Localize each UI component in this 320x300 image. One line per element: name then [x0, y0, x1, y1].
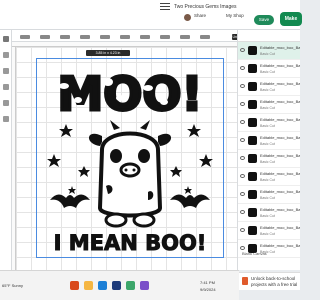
- promo-text: Unlock back-to-school projects with a fr…: [251, 276, 298, 287]
- layer-row[interactable]: Editable_moo_boo_Bab Basic Cut: [238, 60, 300, 78]
- blank-canvas-label[interactable]: Blank Canvas: [242, 251, 267, 256]
- layer-thumbnail: [248, 190, 257, 199]
- layer-name: Editable_moo_boo_Bab: [260, 243, 300, 248]
- layer-name: Editable_moo_boo_Bab: [260, 63, 300, 68]
- layer-operation[interactable]: Basic Cut: [260, 124, 275, 128]
- gift-icon: [242, 277, 248, 285]
- browser-icon[interactable]: [98, 281, 107, 290]
- layer-row[interactable]: Editable_moo_boo_Bab Basic Cut: [238, 78, 300, 96]
- layers-panel: Editable_moo_boo_Bab Basic Cut Editable_mo…: [237, 30, 300, 270]
- layer-thumbnail: [248, 118, 257, 127]
- avatar[interactable]: [184, 14, 191, 21]
- visibility-eye-icon[interactable]: [240, 120, 245, 124]
- layer-name: Editable_moo_boo_Bab: [260, 45, 300, 50]
- visibility-eye-icon[interactable]: [240, 48, 245, 52]
- layer-operation[interactable]: Basic Cut: [260, 232, 275, 236]
- layer-name: Editable_moo_boo_Bab: [260, 207, 300, 212]
- folder-icon[interactable]: [84, 281, 93, 290]
- layer-name: Editable_moo_boo_Bab: [260, 99, 300, 104]
- visibility-eye-icon[interactable]: [240, 66, 245, 70]
- share-button[interactable]: Share: [194, 13, 206, 18]
- app-icon[interactable]: [126, 281, 135, 290]
- layer-row[interactable]: Editable_moo_boo_Bab Basic Cut: [238, 114, 300, 132]
- left-toolbar: [0, 30, 12, 270]
- layer-row[interactable]: Editable_moo_boo_Bab Basic Cut: [238, 204, 300, 222]
- left-toolbar-icons[interactable]: [0, 30, 12, 270]
- visibility-eye-icon[interactable]: [240, 210, 245, 214]
- layer-operation[interactable]: Basic Cut: [260, 52, 275, 56]
- layer-thumbnail: [248, 172, 257, 181]
- os-taskbar: 65°F Sunny 7:41 PM 9/9/2024: [0, 270, 239, 300]
- layer-thumbnail: [248, 136, 257, 145]
- layer-name: Editable_moo_boo_Bab: [260, 117, 300, 122]
- layer-operation[interactable]: Basic Cut: [260, 88, 275, 92]
- visibility-eye-icon[interactable]: [240, 228, 245, 232]
- visibility-eye-icon[interactable]: [240, 84, 245, 88]
- layer-name: Editable_moo_boo_Bab: [260, 153, 300, 158]
- layer-thumbnail: [248, 46, 257, 55]
- visibility-eye-icon[interactable]: [240, 174, 245, 178]
- clock-date: 9/9/2024: [200, 287, 216, 292]
- visibility-eye-icon[interactable]: [240, 246, 245, 250]
- layer-row[interactable]: Editable_moo_boo_Bab Basic Cut: [238, 168, 300, 186]
- layer-thumbnail: [248, 100, 257, 109]
- edit-toolbar: [12, 30, 237, 42]
- my-shop-button[interactable]: My Shop: [226, 13, 244, 18]
- selection-box[interactable]: [36, 58, 224, 258]
- visibility-eye-icon[interactable]: [240, 192, 245, 196]
- free-trial-promo[interactable]: Unlock back-to-school projects with a fr…: [239, 272, 300, 290]
- app-icon-2[interactable]: [140, 281, 149, 290]
- layer-row[interactable]: Editable_moo_boo_Bab Basic Cut: [238, 96, 300, 114]
- size-tooltip: 3.85 in x 4.23 in: [86, 50, 130, 56]
- layer-thumbnail: [248, 82, 257, 91]
- layer-thumbnail: [248, 208, 257, 217]
- top-bar: Two Precious Gems Images Share My Shop S…: [0, 0, 302, 30]
- visibility-eye-icon[interactable]: [240, 156, 245, 160]
- layer-operation[interactable]: Basic Cut: [260, 160, 275, 164]
- make-button[interactable]: Make: [280, 12, 302, 26]
- layer-name: Editable_moo_boo_Bab: [260, 171, 300, 176]
- weather-text: 65°F Sunny: [2, 283, 23, 288]
- layer-row[interactable]: Editable_moo_boo_Bab Basic Cut: [238, 42, 300, 60]
- layer-row[interactable]: Editable_moo_boo_Bab Basic Cut: [238, 132, 300, 150]
- layer-thumbnail: [248, 64, 257, 73]
- project-title[interactable]: Two Precious Gems Images: [174, 4, 237, 10]
- layer-row[interactable]: Editable_moo_boo_Bab Basic Cut: [238, 186, 300, 204]
- adobe-illustrator-icon[interactable]: [70, 281, 79, 290]
- layer-operation[interactable]: Basic Cut: [260, 70, 275, 74]
- layer-operation[interactable]: Basic Cut: [260, 106, 275, 110]
- layer-operation[interactable]: Basic Cut: [260, 196, 275, 200]
- layer-operation[interactable]: Basic Cut: [260, 142, 275, 146]
- visibility-eye-icon[interactable]: [240, 102, 245, 106]
- visibility-eye-icon[interactable]: [240, 138, 245, 142]
- panel-tabs[interactable]: [238, 30, 300, 42]
- menu-icon[interactable]: [160, 3, 170, 13]
- layer-name: Editable_moo_boo_Bab: [260, 81, 300, 86]
- layer-name: Editable_moo_boo_Bab: [260, 189, 300, 194]
- layer-name: Editable_moo_boo_Bab: [260, 135, 300, 140]
- clock-time: 7:41 PM: [200, 280, 215, 285]
- photoshop-icon[interactable]: [112, 281, 121, 290]
- layer-name: Editable_moo_boo_Bab: [260, 225, 300, 230]
- layer-list: Editable_moo_boo_Bab Basic Cut Editable_mo…: [238, 42, 300, 258]
- layer-row[interactable]: Editable_moo_boo_Bab Basic Cut: [238, 222, 300, 240]
- layer-operation[interactable]: Basic Cut: [260, 178, 275, 182]
- layer-thumbnail: [248, 226, 257, 235]
- layer-row[interactable]: Editable_moo_boo_Bab Basic Cut: [238, 150, 300, 168]
- save-button[interactable]: Save: [254, 15, 274, 25]
- layer-thumbnail: [248, 154, 257, 163]
- layer-operation[interactable]: Basic Cut: [260, 214, 275, 218]
